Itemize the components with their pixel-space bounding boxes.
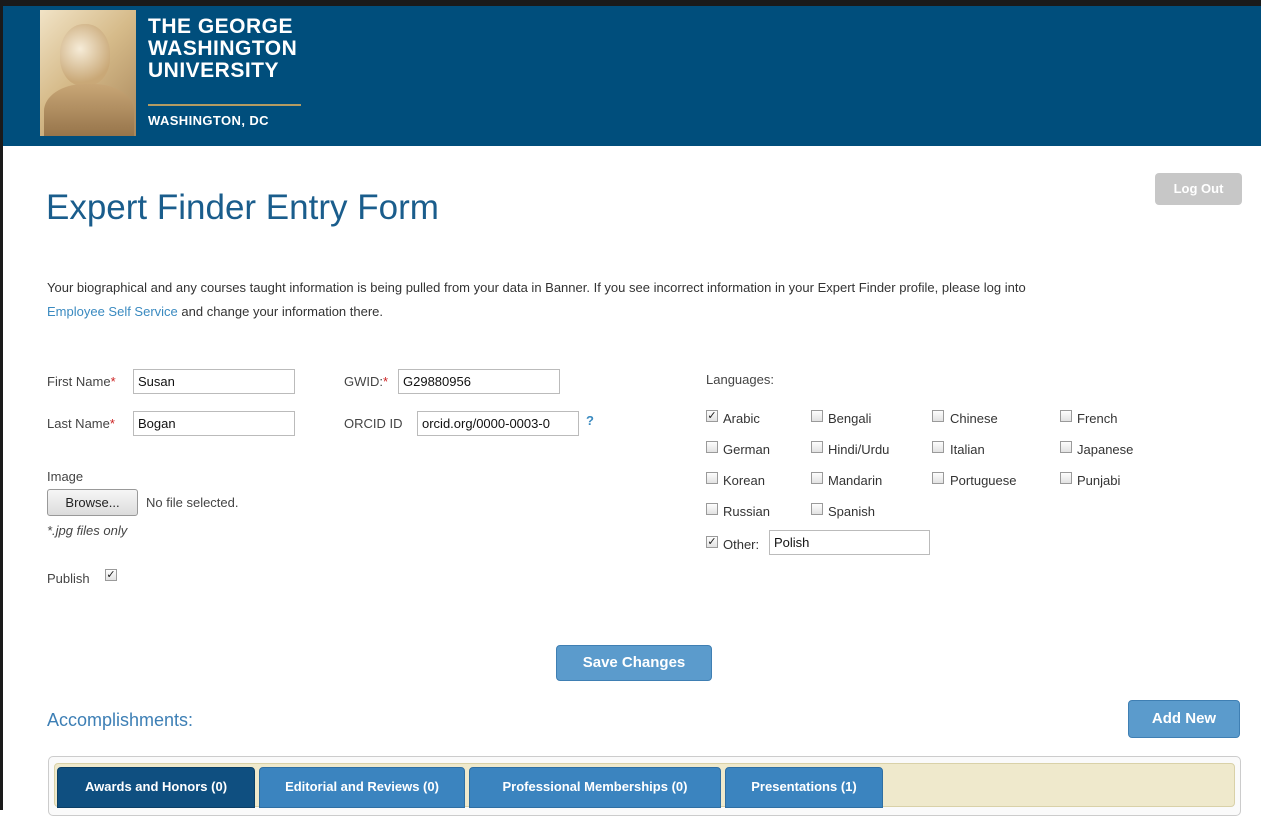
add-new-button[interactable]: Add New [1128,700,1240,738]
language-label-russian: Russian [723,504,770,519]
site-header: THE GEORGE WASHINGTON UNIVERSITY WASHING… [3,6,1261,146]
language-label-bengali: Bengali [828,411,872,426]
first-name-label: First Name* [47,374,116,389]
language-label-chinese: Chinese [950,411,998,426]
language-checkbox-hindi-urdu[interactable] [811,441,823,453]
language-label-korean: Korean [723,473,765,488]
language-checkbox-portuguese[interactable] [932,472,944,484]
language-label-italian: Italian [950,442,985,457]
language-checkbox-italian[interactable] [932,441,944,453]
language-label-spanish: Spanish [828,504,875,519]
language-label-hindi-urdu: Hindi/Urdu [828,442,890,457]
logo-line-1: THE GEORGE [148,15,294,38]
orcid-label: ORCID ID [344,416,403,431]
language-checkbox-chinese[interactable] [932,410,944,422]
language-checkbox-korean[interactable] [706,472,718,484]
intro-text-after: and change your information there. [177,304,384,319]
language-label-portuguese: Portuguese [950,473,1017,488]
tab-awards-and-honors[interactable]: Awards and Honors (0) [57,767,255,808]
tab-editorial-and-reviews[interactable]: Editorial and Reviews (0) [259,767,465,808]
logo-line-2: WASHINGTON [148,37,298,60]
gwid-label: GWID:* [344,374,389,389]
save-changes-button[interactable]: Save Changes [556,645,712,681]
language-label-french: French [1077,411,1118,426]
languages-title: Languages: [706,372,774,387]
last-name-input[interactable]: Bogan [133,411,295,436]
logo-line-3: UNIVERSITY [148,59,280,82]
university-logo[interactable]: THE GEORGE WASHINGTON UNIVERSITY WASHING… [40,10,302,136]
tab-presentations[interactable]: Presentations (1) [725,767,883,808]
accomplishments-tab-bar: Awards and Honors (0) Editorial and Revi… [54,763,1235,808]
logo-divider [148,104,301,106]
intro-paragraph: Your biographical and any courses taught… [47,276,1237,324]
language-checkbox-german[interactable] [706,441,718,453]
publish-label: Publish [47,571,90,586]
language-checkbox-mandarin[interactable] [811,472,823,484]
browse-button[interactable]: Browse... [47,489,138,516]
gwid-input[interactable]: G29880956 [398,369,560,394]
language-checkbox-french[interactable] [1060,410,1072,422]
language-checkbox-bengali[interactable] [811,410,823,422]
publish-checkbox[interactable]: ✓ [105,569,117,581]
employee-self-service-link[interactable]: Employee Self Service [47,304,178,319]
file-type-note: *.jpg files only [47,523,128,538]
last-name-label: Last Name* [47,416,115,431]
file-status: No file selected. [146,495,239,510]
language-label-arabic: Arabic [723,411,760,426]
language-checkbox-japanese[interactable] [1060,441,1072,453]
accomplishments-panel: Awards and Honors (0) Editorial and Revi… [48,756,1241,816]
language-checkbox-russian[interactable] [706,503,718,515]
orcid-help-icon[interactable]: ? [586,413,594,428]
tab-professional-memberships[interactable]: Professional Memberships (0) [469,767,721,808]
intro-text: Your biographical and any courses taught… [47,280,1026,295]
language-label-punjabi: Punjabi [1077,473,1121,488]
language-label-german: German [723,442,770,457]
language-checkbox-arabic[interactable]: ✓ [706,410,718,422]
logout-button[interactable]: Log Out [1155,173,1242,205]
page-title: Expert Finder Entry Form [46,188,439,227]
orcid-input[interactable]: orcid.org/0000-0003-0 [417,411,579,436]
image-label: Image [47,469,84,484]
accomplishments-title: Accomplishments: [47,710,194,730]
first-name-input[interactable]: Susan [133,369,295,394]
washington-portrait-icon [40,10,136,136]
language-label-mandarin: Mandarin [828,473,883,488]
language-label-japanese: Japanese [1077,442,1134,457]
language-label-other: Other: [723,537,760,552]
language-checkbox-spanish[interactable] [811,503,823,515]
logo-wordmark: THE GEORGE WASHINGTON UNIVERSITY [148,16,308,82]
other-language-input[interactable]: Polish [769,530,930,555]
language-checkbox-other[interactable]: ✓ [706,536,718,548]
logo-city: WASHINGTON, DC [148,113,269,128]
language-checkbox-punjabi[interactable] [1060,472,1072,484]
